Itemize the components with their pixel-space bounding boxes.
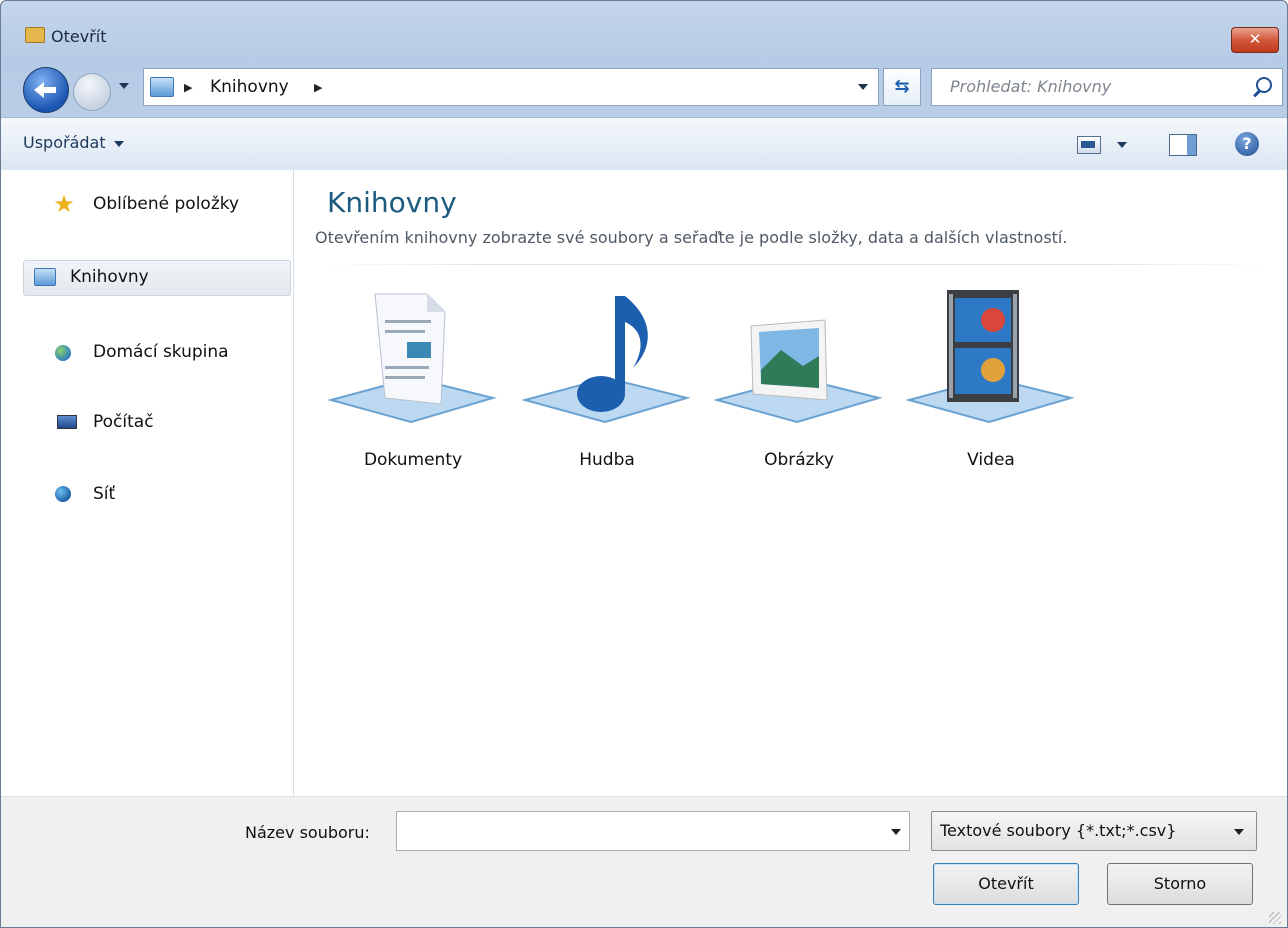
open-button[interactable]: Otevřít [933,863,1079,905]
change-view-icon[interactable] [1077,136,1101,154]
address-dropdown[interactable] [858,84,868,90]
documents-library-icon [327,293,497,424]
navigation-pane: ★ Oblíbené položky Knihovny Domácí skupi… [1,170,294,796]
filename-history-dropdown[interactable] [891,829,901,835]
library-tile-documents[interactable]: Dokumenty [323,290,503,480]
sidebar-item-favorites[interactable]: ★ Oblíbené položky [23,188,289,222]
sidebar-item-label: Knihovny [70,267,149,287]
sidebar-item-computer[interactable]: Počítač [23,406,289,440]
help-icon[interactable]: ? [1235,132,1259,156]
music-library-icon [521,296,691,424]
network-icon [55,486,71,502]
videos-library-icon [905,290,1075,424]
library-label: Videa [967,450,1015,470]
computer-icon [57,415,77,429]
preview-pane-icon[interactable] [1169,134,1197,156]
resize-grip[interactable] [1269,912,1281,924]
divider [315,264,1275,265]
library-label: Dokumenty [363,450,463,470]
filetype-select[interactable]: Textové soubory {*.txt;*.csv} [931,811,1257,851]
sidebar-item-label: Počítač [93,412,154,432]
organize-label: Uspořádat [23,133,106,152]
homegroup-icon [55,345,71,361]
back-button[interactable] [23,67,69,113]
libraries-view: Knihovny Otevřením knihovny zobrazte své… [295,170,1287,796]
library-label: Hudba [579,450,635,470]
library-tile-music[interactable]: Hudba [517,290,697,480]
filetype-value: Textové soubory {*.txt;*.csv} [940,821,1177,840]
libraries-icon [150,77,174,97]
chevron-right-icon[interactable]: ▶ [314,81,322,94]
refresh-button[interactable]: ⇆ [883,68,921,106]
toolbar: Uspořádat ? [1,117,1287,171]
search-input[interactable]: Prohledat: Knihovny [950,77,1111,96]
libraries-icon [34,268,56,286]
dialog-footer: Název souboru: Textové soubory {*.txt;*.… [1,796,1287,927]
sidebar-item-label: Síť [93,484,116,504]
sidebar-item-label: Domácí skupina [93,342,229,362]
sidebar-item-network[interactable]: Síť [23,478,289,512]
star-icon: ★ [53,190,75,218]
title-bar: Otevřít ✕ [1,1,1287,57]
close-button[interactable]: ✕ [1231,27,1279,53]
library-label: Obrázky [764,450,834,470]
chevron-down-icon [113,140,124,147]
filename-label: Název souboru: [245,823,370,842]
breadcrumb-libraries[interactable]: Knihovny [210,77,289,97]
chevron-right-icon[interactable]: ▶ [184,81,192,94]
forward-button[interactable] [73,73,111,111]
library-tile-pictures[interactable]: Obrázky [709,290,889,480]
folder-icon [25,27,45,43]
sidebar-item-label: Oblíbené položky [93,194,240,214]
page-title: Knihovny [327,186,457,219]
open-dialog: Otevřít ✕ ▶ Knihovny ▶ ⇆ Prohledat: Knih… [0,0,1288,928]
filename-field[interactable] [396,811,910,851]
content-area: ★ Oblíbené položky Knihovny Domácí skupi… [1,170,1287,796]
pictures-library-icon [713,319,883,424]
recent-pages-dropdown[interactable] [119,83,129,89]
search-box[interactable]: Prohledat: Knihovny [931,68,1283,106]
cancel-button[interactable]: Storno [1107,863,1253,905]
view-options-dropdown[interactable] [1117,142,1127,148]
chevron-down-icon[interactable] [1234,829,1244,835]
address-bar[interactable]: ▶ Knihovny ▶ [143,68,879,106]
sidebar-item-homegroup[interactable]: Domácí skupina [23,336,289,370]
window-title: Otevřít [51,27,107,46]
page-subtitle: Otevřením knihovny zobrazte své soubory … [315,228,1068,247]
library-tile-videos[interactable]: Videa [901,290,1081,480]
organize-button[interactable]: Uspořádat [23,133,124,152]
search-icon[interactable] [1256,77,1272,93]
sidebar-item-libraries[interactable]: Knihovny [23,260,291,296]
